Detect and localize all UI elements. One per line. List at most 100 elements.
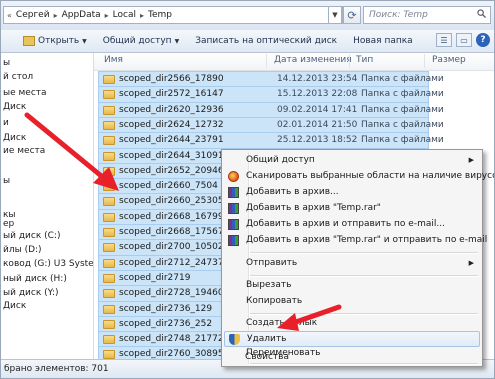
column-divider <box>266 54 267 68</box>
menu-item-label: Добавить в архив "Temp.rar" и отправить … <box>246 235 488 245</box>
file-name: scoped_dir2668_17567 <box>119 227 224 237</box>
file-name: scoped_dir2736_129 <box>119 304 213 314</box>
menu-item-add-temp-email[interactable]: Добавить в архив "Temp.rar" и отправить … <box>224 233 487 249</box>
column-name[interactable]: Имя <box>104 55 123 65</box>
file-date: 15.12.2013 22:08 <box>277 89 358 99</box>
folder-icon <box>103 213 115 222</box>
column-divider <box>424 54 425 68</box>
navigation-pane: ы й стол ые места Диск и Диск ие места ы… <box>1 53 94 359</box>
menu-item-label: Отправить <box>246 258 298 268</box>
refresh-icon[interactable]: ⟳ <box>343 6 361 24</box>
menu-item-send-to[interactable]: Отправить ▶ <box>224 256 480 272</box>
chevron-down-icon: ▼ <box>82 37 87 45</box>
file-name: scoped_dir2760_30895 <box>119 349 224 359</box>
menu-separator <box>250 252 478 254</box>
breadcrumb[interactable]: « Сергей ▸ AppData ▸ Local ▸ Temp <box>3 6 343 24</box>
chevron-right-icon: ▸ <box>53 10 58 20</box>
file-type: Папка с файлами <box>361 120 444 130</box>
new-folder-label: Новая папка <box>353 36 413 46</box>
folder-icon <box>103 152 115 161</box>
file-name: scoped_dir2624_12732 <box>119 120 224 130</box>
menu-item-share[interactable]: Общий доступ ▶ <box>224 153 480 169</box>
breadcrumb-local[interactable]: Local <box>113 10 136 20</box>
breadcrumb-user[interactable]: Сергей <box>16 10 50 20</box>
chevron-right-icon: ▸ <box>140 10 145 20</box>
burn-disc-button[interactable]: Записать на оптический диск <box>187 30 345 52</box>
file-name: scoped_dir2719 <box>119 273 191 283</box>
file-date: 09.02.2014 17:41 <box>277 105 358 115</box>
view-options-icon[interactable]: ☰ <box>436 33 452 47</box>
file-type: Папка с файлами <box>361 74 444 84</box>
nav-item[interactable]: ие места <box>3 144 45 158</box>
menu-item-delete[interactable]: Удалить <box>224 331 480 347</box>
menu-item-scan[interactable]: Сканировать выбранные области на наличие… <box>224 169 494 185</box>
file-name: scoped_dir2736_252 <box>119 319 213 329</box>
open-button-label: Открыть <box>38 36 80 46</box>
search-placeholder: Поиск: Temp <box>369 10 428 20</box>
nav-item-drive-d[interactable]: йлы (D:) <box>3 243 42 257</box>
menu-item-label: Общий доступ <box>246 155 315 165</box>
nav-item-drive-y[interactable]: ый диск (Y:) <box>3 286 59 300</box>
file-date: 25.12.2013 18:52 <box>277 135 358 145</box>
nav-item[interactable]: й стол <box>3 70 33 84</box>
nav-item[interactable]: и <box>3 116 9 130</box>
folder-icon <box>103 75 115 84</box>
file-type: Папка с файлами <box>361 105 444 115</box>
context-menu: Общий доступ ▶ Сканировать выбранные обл… <box>221 149 494 367</box>
folder-icon <box>103 350 115 359</box>
column-type[interactable]: Тип <box>356 55 373 65</box>
column-size[interactable]: Размер <box>432 55 466 65</box>
menu-item-copy[interactable]: Копировать <box>224 294 480 310</box>
folder-icon <box>103 136 115 145</box>
nav-item[interactable]: ы <box>3 174 10 188</box>
nav-item-drive-h[interactable]: ный диск (H:) <box>3 272 67 286</box>
status-selected-count: брано элементов: 701 <box>4 364 109 374</box>
nav-item-drive-c[interactable]: ый диск (C:) <box>3 229 60 243</box>
file-date: 14.12.2013 23:54 <box>277 74 358 84</box>
breadcrumb-appdata[interactable]: AppData <box>62 10 101 20</box>
folder-icon <box>103 90 115 99</box>
menu-item-create-shortcut[interactable]: Создать ярлык <box>224 316 480 332</box>
menu-item-label: Копировать <box>246 296 303 306</box>
breadcrumb-temp[interactable]: Temp <box>148 10 172 20</box>
new-folder-button[interactable]: Новая папка <box>345 30 421 52</box>
share-button[interactable]: Общий доступ ▼ <box>95 30 187 52</box>
search-input[interactable]: Поиск: Temp <box>363 6 491 24</box>
file-name: scoped_dir2572_16147 <box>119 89 224 99</box>
nav-item[interactable]: Диск <box>3 131 26 145</box>
open-folder-icon <box>23 36 35 46</box>
nav-item[interactable]: Диск <box>3 299 26 313</box>
folder-icon <box>103 320 115 329</box>
column-divider <box>349 54 350 68</box>
nav-item-drive-g[interactable]: ковод (G:) U3 System <box>3 257 93 271</box>
file-name: scoped_dir2620_12936 <box>119 105 224 115</box>
nav-item[interactable]: Диск <box>3 100 26 114</box>
table-row[interactable]: scoped_dir2644_23791 25.12.2013 18:52 Папк… <box>98 132 444 149</box>
preview-pane-icon[interactable]: ▭ <box>456 33 472 47</box>
winrar-icon <box>228 203 239 214</box>
table-row[interactable]: scoped_dir2572_16147 15.12.2013 22:08 Папк… <box>98 86 444 103</box>
nav-item[interactable]: ые места <box>3 86 47 100</box>
menu-item-label: Свойства <box>245 352 289 362</box>
menu-item-add-email[interactable]: Добавить в архив и отправить по e-mail..… <box>224 217 480 233</box>
open-button[interactable]: Открыть ▼ <box>1 30 95 52</box>
column-date[interactable]: Дата изменения <box>274 55 352 65</box>
file-name: scoped_dir2652_20946 <box>119 166 224 176</box>
file-name: scoped_dir2644_23791 <box>119 135 224 145</box>
menu-item-add-archive[interactable]: Добавить в архив... <box>224 185 480 201</box>
menu-item-label: Сканировать выбранные области на наличие… <box>246 171 495 181</box>
file-name: scoped_dir2566_17890 <box>119 74 224 84</box>
menu-item-properties[interactable]: Свойства <box>223 350 479 364</box>
menu-item-label: Добавить в архив и отправить по e-mail..… <box>246 219 445 229</box>
chevron-right-icon: ▸ <box>104 10 109 20</box>
menu-item-cut[interactable]: Вырезать <box>224 278 480 294</box>
menu-item-add-temp-rar[interactable]: Добавить в архив "Temp.rar" <box>224 201 480 217</box>
nav-item[interactable]: ы <box>3 56 10 70</box>
address-bar: « Сергей ▸ AppData ▸ Local ▸ Temp ▼ ⟳ По… <box>1 1 494 31</box>
submenu-arrow-icon: ▶ <box>468 156 474 164</box>
folder-icon <box>103 228 115 237</box>
help-icon[interactable]: ? <box>476 33 490 47</box>
history-dropdown-button[interactable]: ▼ <box>328 6 342 24</box>
menu-separator <box>250 275 478 277</box>
search-icon <box>477 9 486 18</box>
